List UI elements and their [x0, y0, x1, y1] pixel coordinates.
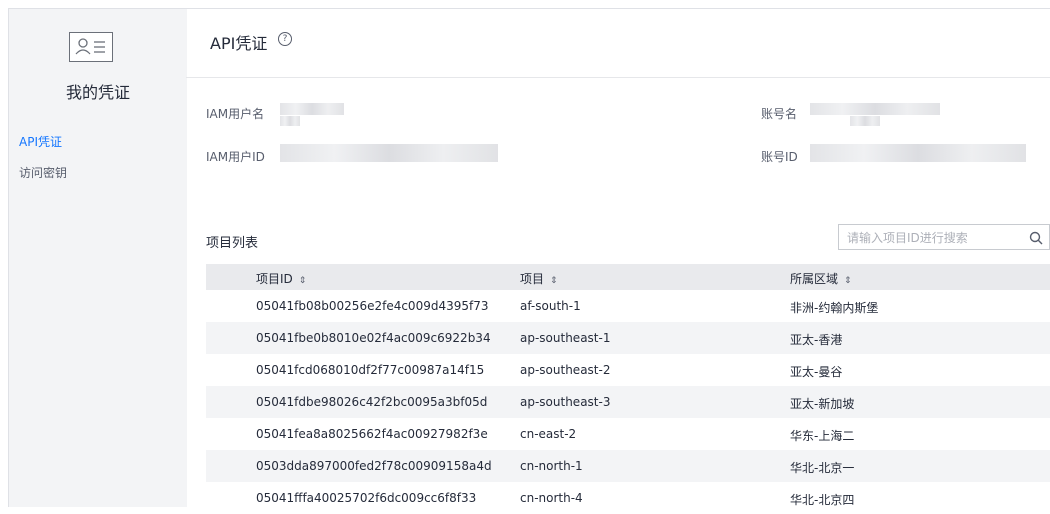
column-header-project[interactable]: 项目 ⇕: [520, 270, 558, 287]
iam-user-id-label: IAM用户ID: [206, 150, 265, 164]
project-search-box: [838, 224, 1050, 251]
project-table: 项目ID ⇕ 项目 ⇕ 所属区域 ⇕ 05041fb08b00256e2fe4c009…: [206, 264, 1050, 514]
project-id-cell: 05041fcd068010df2f77c00987a14f15: [256, 363, 485, 377]
iam-username-value-extra: [280, 116, 300, 126]
project-id-cell: 05041fffa40025702f6dc009cc6f8f33: [256, 491, 477, 505]
table-row: 05041fcd068010df2f77c00987a14f15 ap-sout…: [206, 354, 1050, 386]
table-row: 05041fea8a8025662f4ac00927982f3e cn-east…: [206, 418, 1050, 450]
project-name-cell: af-south-1: [520, 299, 581, 313]
sidebar-item-api-credentials[interactable]: API凭证: [19, 133, 62, 150]
column-header-region[interactable]: 所属区域 ⇕: [790, 270, 852, 287]
region-cell: 华北-北京四: [790, 493, 855, 507]
region-cell: 亚太-新加坡: [790, 397, 855, 411]
page-header: API凭证 ?: [186, 8, 1050, 78]
iam-username-label: IAM用户名: [206, 107, 265, 121]
sidebar: 我的凭证 API凭证 访问密钥: [8, 8, 187, 507]
region-cell: 亚太-香港: [790, 333, 843, 347]
region-cell: 非洲-约翰内斯堡: [790, 301, 879, 315]
table-row: 05041fffa40025702f6dc009cc6f8f33 cn-nort…: [206, 482, 1050, 514]
region-cell: 华东-上海二: [790, 429, 855, 443]
column-header-project-id[interactable]: 项目ID ⇕: [256, 270, 306, 287]
page-title: API凭证: [210, 34, 268, 53]
region-cell: 华北-北京一: [790, 461, 855, 475]
project-name-cell: cn-east-2: [520, 427, 577, 441]
sort-icon[interactable]: ⇕: [299, 276, 307, 286]
project-id-cell: 05041fea8a8025662f4ac00927982f3e: [256, 427, 488, 441]
account-id-value: [810, 144, 1026, 162]
credential-card-icon: [69, 32, 113, 62]
table-row: 05041fdbe98026c42f2bc0095a3bf05d ap-sout…: [206, 386, 1050, 418]
sidebar-title: 我的凭证: [65, 83, 130, 102]
table-row: 05041fbe0b8010e02f4ac009c6922b34 ap-sout…: [206, 322, 1050, 354]
account-id-label: 账号ID: [761, 150, 798, 164]
project-id-cell: 05041fdbe98026c42f2bc0095a3bf05d: [256, 395, 488, 409]
project-id-cell: 0503dda897000fed2f78c00909158a4d: [256, 459, 492, 473]
project-name-cell: cn-north-4: [520, 491, 583, 505]
project-name-cell: ap-southeast-2: [520, 363, 611, 377]
project-list-title: 项目列表: [206, 236, 259, 251]
help-icon[interactable]: ?: [278, 32, 292, 46]
table-row: 05041fb08b00256e2fe4c009d4395f73 af-sout…: [206, 290, 1050, 322]
iam-username-value: [280, 103, 344, 115]
project-name-cell: cn-north-1: [520, 459, 583, 473]
iam-user-id-value: [280, 144, 498, 162]
sort-icon[interactable]: ⇕: [844, 276, 852, 286]
project-id-cell: 05041fb08b00256e2fe4c009d4395f73: [256, 299, 489, 313]
sort-icon[interactable]: ⇕: [550, 276, 558, 286]
table-row: 0503dda897000fed2f78c00909158a4d cn-nort…: [206, 450, 1050, 482]
project-name-cell: ap-southeast-3: [520, 395, 611, 409]
account-name-value-extra: [850, 116, 880, 126]
search-icon[interactable]: [1029, 230, 1043, 249]
table-header: 项目ID ⇕ 项目 ⇕ 所属区域 ⇕: [206, 264, 1050, 290]
account-name-value: [810, 103, 940, 115]
region-cell: 亚太-曼谷: [790, 365, 843, 379]
sidebar-item-access-keys[interactable]: 访问密钥: [19, 164, 67, 181]
project-search-input[interactable]: [839, 225, 1029, 251]
project-id-cell: 05041fbe0b8010e02f4ac009c6922b34: [256, 331, 491, 345]
account-name-label: 账号名: [761, 107, 798, 121]
project-name-cell: ap-southeast-1: [520, 331, 611, 345]
